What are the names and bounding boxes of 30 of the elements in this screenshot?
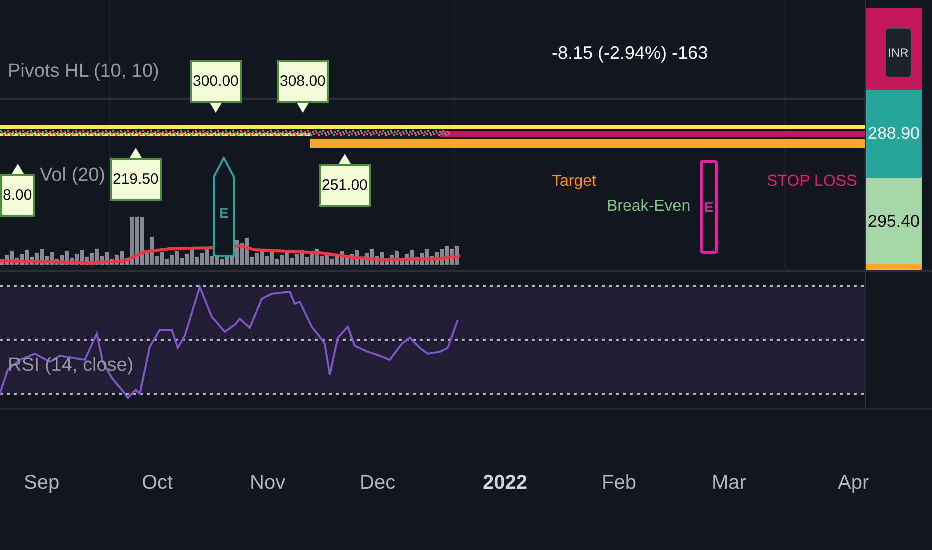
currency-badge[interactable]: INR xyxy=(885,28,912,78)
pointer-icon xyxy=(296,103,309,113)
pivot-price-label: 8.00 xyxy=(0,174,36,217)
time-axis-label: 2022 xyxy=(483,471,528,496)
pivot-price-label: 219.50 xyxy=(110,158,162,201)
trade-level-label: Target xyxy=(552,172,596,192)
time-axis-label: Mar xyxy=(712,471,746,496)
price-change-text: -8.15 (-2.94%) -163 xyxy=(552,42,708,65)
pivot-price-label: 251.00 xyxy=(319,164,371,207)
time-axis-label: Apr xyxy=(838,471,870,496)
time-axis-label: Dec xyxy=(360,471,396,496)
pointer-icon xyxy=(210,103,222,113)
pointer-icon xyxy=(130,148,142,158)
price-axis-label: 288.90 xyxy=(866,90,922,178)
pointer-icon xyxy=(338,154,351,164)
indicator-legend: Vol (20) xyxy=(40,162,106,190)
price-axis-label: 295.40 xyxy=(866,178,922,266)
trade-level-label: STOP LOSS xyxy=(767,172,858,192)
trade-level-label: Break-Even xyxy=(607,197,691,217)
entry-marker: E xyxy=(213,157,235,259)
time-axis-label: Oct xyxy=(142,471,174,496)
time-axis-label: Nov xyxy=(250,471,286,496)
entry-marker: E xyxy=(700,160,718,254)
price-axis-marker xyxy=(866,264,922,270)
time-axis-label: Feb xyxy=(602,471,636,496)
pointer-icon xyxy=(12,164,24,174)
time-axis-label: Sep xyxy=(24,471,60,496)
pivot-price-label: 300.00 xyxy=(190,60,242,103)
pivot-price-label: 308.00 xyxy=(277,60,329,103)
indicator-legend: Pivots HL (10, 10) xyxy=(8,58,160,86)
